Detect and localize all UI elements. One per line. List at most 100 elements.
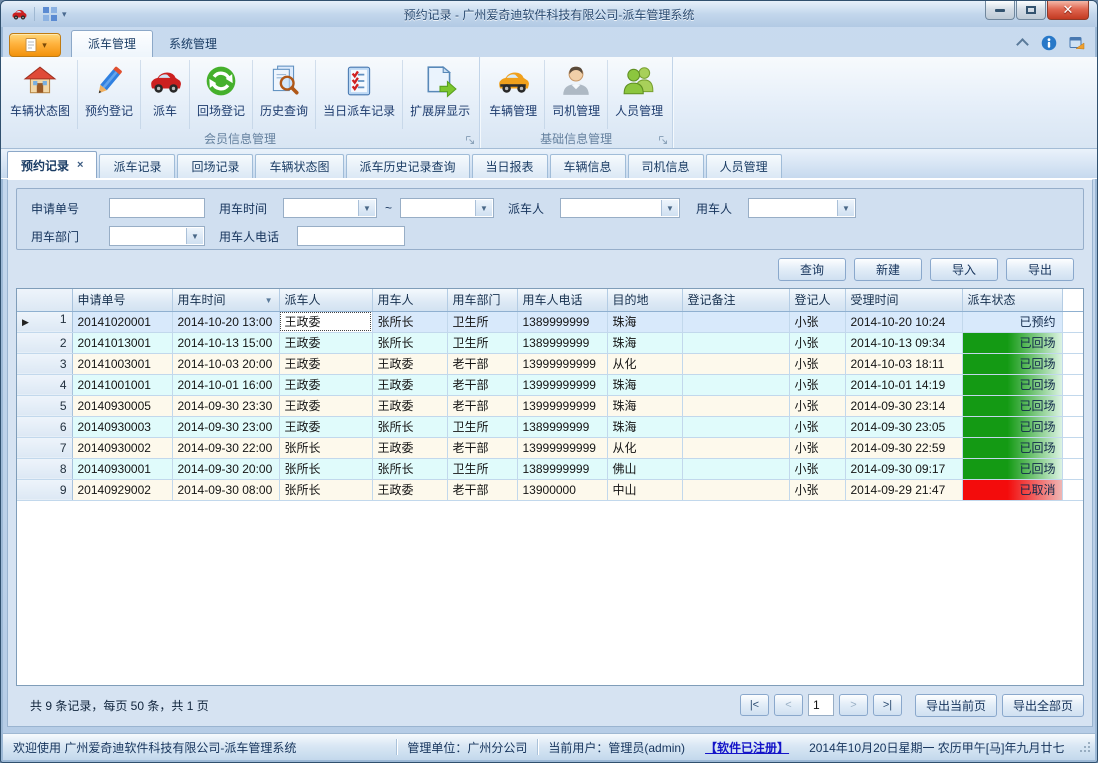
collapse-chevron-icon[interactable] [1017, 39, 1029, 47]
column-header-7[interactable]: 目的地 [607, 289, 682, 311]
ribbon-button-history-search[interactable]: 历史查询 [253, 60, 316, 129]
table-cell[interactable]: 2014-10-01 16:00 [172, 374, 279, 395]
table-cell[interactable] [682, 479, 789, 500]
table-cell[interactable]: 老干部 [447, 395, 517, 416]
table-cell[interactable] [682, 416, 789, 437]
table-cell[interactable]: 珠海 [607, 395, 682, 416]
next-page-button[interactable]: > [839, 694, 868, 716]
table-cell[interactable]: 13999999999 [517, 437, 607, 458]
row-header-corner[interactable] [17, 289, 72, 311]
minimize-button[interactable] [985, 1, 1015, 20]
table-cell[interactable]: 20140930005 [72, 395, 172, 416]
table-cell[interactable]: 2014-10-03 20:00 [172, 353, 279, 374]
column-header-6[interactable]: 用车人电话 [517, 289, 607, 311]
chevron-down-icon[interactable]: ▼ [186, 228, 203, 244]
doc-tab-1[interactable]: 预约记录× [7, 151, 97, 178]
chevron-down-icon[interactable]: ▼ [661, 200, 678, 216]
table-cell[interactable]: 2014-09-29 21:47 [845, 479, 962, 500]
table-cell[interactable]: 王政委 [372, 437, 447, 458]
doc-tab-6[interactable]: 当日报表 [472, 154, 548, 178]
chevron-down-icon[interactable]: ▼ [358, 200, 375, 216]
use-time-to-combo[interactable]: ▼ [400, 198, 494, 218]
table-cell[interactable]: 小张 [789, 437, 845, 458]
row-header[interactable]: 8 [17, 458, 72, 479]
table-cell[interactable] [682, 332, 789, 353]
dialog-launcher-icon[interactable] [465, 134, 475, 144]
close-tab-icon[interactable]: × [77, 159, 83, 171]
table-cell[interactable] [682, 353, 789, 374]
table-cell[interactable]: 张所长 [279, 458, 372, 479]
row-header[interactable]: ▶1 [17, 311, 72, 332]
app-menu-button[interactable]: ▾ [9, 33, 61, 57]
doc-tab-8[interactable]: 司机信息 [628, 154, 704, 178]
table-cell[interactable]: 小张 [789, 332, 845, 353]
table-cell[interactable]: 张所长 [372, 416, 447, 437]
table-cell[interactable]: 王政委 [372, 374, 447, 395]
doc-tab-5[interactable]: 派车历史记录查询 [346, 154, 470, 178]
ribbon-button-car-orange[interactable]: 车辆管理 [482, 60, 545, 129]
table-cell[interactable]: 王政委 [372, 479, 447, 500]
table-cell[interactable] [682, 458, 789, 479]
doc-tab-9[interactable]: 人员管理 [706, 154, 782, 178]
export-all-pages-button[interactable]: 导出全部页 [1002, 694, 1084, 717]
doc-tab-7[interactable]: 车辆信息 [550, 154, 626, 178]
column-header-11[interactable]: 派车状态 [962, 289, 1062, 311]
use-time-from-combo[interactable]: ▼ [283, 198, 377, 218]
table-cell[interactable]: 2014-09-30 22:00 [172, 437, 279, 458]
column-header-1[interactable]: 申请单号 [72, 289, 172, 311]
export-current-page-button[interactable]: 导出当前页 [915, 694, 997, 717]
table-cell[interactable]: 13900000 [517, 479, 607, 500]
dialog-launcher-icon[interactable] [658, 134, 668, 144]
table-cell[interactable]: 2014-09-30 23:30 [172, 395, 279, 416]
table-cell-status[interactable]: 已回场 [962, 353, 1062, 374]
maximize-button[interactable] [1016, 1, 1046, 20]
table-cell[interactable]: 张所长 [279, 479, 372, 500]
table-cell[interactable]: 珠海 [607, 374, 682, 395]
table-cell[interactable]: 王政委 [372, 353, 447, 374]
table-cell-status[interactable]: 已取消 [962, 479, 1062, 500]
table-cell[interactable]: 2014-09-30 09:17 [845, 458, 962, 479]
table-cell[interactable]: 13999999999 [517, 395, 607, 416]
close-button[interactable]: ✕ [1047, 1, 1089, 20]
phone-input[interactable] [297, 226, 405, 246]
table-cell[interactable]: 2014-10-01 14:19 [845, 374, 962, 395]
chevron-down-icon[interactable]: ▼ [475, 200, 492, 216]
app-no-input[interactable] [109, 198, 205, 218]
chevron-down-icon[interactable]: ▼ [837, 200, 854, 216]
chevron-down-icon[interactable]: ▾ [62, 9, 67, 20]
table-cell[interactable]: 1389999999 [517, 332, 607, 353]
table-cell[interactable]: 卫生所 [447, 332, 517, 353]
table-cell[interactable]: 2014-10-13 15:00 [172, 332, 279, 353]
row-header[interactable]: 7 [17, 437, 72, 458]
row-header[interactable]: 5 [17, 395, 72, 416]
table-cell[interactable]: 20141003001 [72, 353, 172, 374]
table-cell[interactable] [682, 311, 789, 332]
doc-tab-2[interactable]: 派车记录 [99, 154, 175, 178]
page-number-input[interactable] [808, 694, 834, 716]
table-cell[interactable]: 王政委 [279, 395, 372, 416]
ribbon-button-checklist[interactable]: 当日派车记录 [316, 60, 403, 129]
table-cell[interactable]: 20140930001 [72, 458, 172, 479]
table-cell[interactable]: 从化 [607, 437, 682, 458]
table-cell[interactable]: 1389999999 [517, 458, 607, 479]
table-cell-status[interactable]: 已回场 [962, 374, 1062, 395]
table-cell[interactable]: 卫生所 [447, 311, 517, 332]
dispatcher-combo[interactable]: ▼ [560, 198, 680, 218]
table-cell[interactable]: 20140930002 [72, 437, 172, 458]
table-cell[interactable]: 王政委 [372, 395, 447, 416]
column-header-4[interactable]: 用车人 [372, 289, 447, 311]
doc-tab-4[interactable]: 车辆状态图 [255, 154, 343, 178]
row-header[interactable]: 3 [17, 353, 72, 374]
export-button[interactable]: 导出 [1006, 258, 1074, 281]
table-cell[interactable]: 2014-09-30 20:00 [172, 458, 279, 479]
table-cell[interactable]: 珠海 [607, 416, 682, 437]
last-page-button[interactable]: >| [873, 694, 902, 716]
row-header[interactable]: 4 [17, 374, 72, 395]
table-cell[interactable]: 王政委 [279, 374, 372, 395]
ribbon-button-people[interactable]: 人员管理 [608, 60, 670, 129]
table-cell[interactable]: 2014-10-03 18:11 [845, 353, 962, 374]
table-cell[interactable]: 小张 [789, 395, 845, 416]
layout-icon[interactable] [42, 6, 58, 22]
table-cell[interactable]: 2014-09-30 23:00 [172, 416, 279, 437]
query-button[interactable]: 查询 [778, 258, 846, 281]
